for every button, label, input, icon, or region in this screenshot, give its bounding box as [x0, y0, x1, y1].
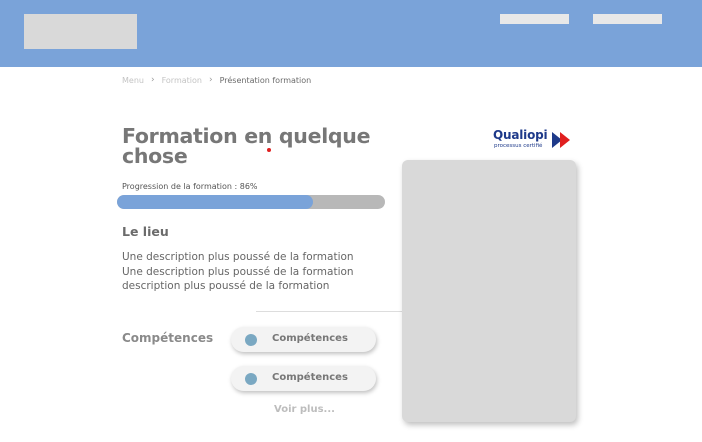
skill-dot-icon — [245, 334, 257, 346]
nav-link-placeholder-1[interactable] — [500, 14, 569, 24]
breadcrumb-item-menu[interactable]: Menu — [122, 76, 144, 85]
skill-dot-icon — [245, 373, 257, 385]
qualiopi-mark-icon — [552, 132, 570, 148]
see-more-link[interactable]: Voir plus... — [274, 404, 335, 415]
skill-chip-label: Compétences — [272, 333, 348, 344]
description-line: Une description plus poussé de la format… — [122, 265, 354, 278]
skill-chip[interactable]: Compétences — [231, 366, 376, 391]
breadcrumb-item-current: Présentation formation — [219, 75, 312, 85]
breadcrumb: Menu › Formation › Présentation formatio… — [122, 75, 311, 85]
description-line: Une description plus poussé de la format… — [122, 251, 354, 263]
chevron-right-icon: › — [150, 75, 155, 85]
description-line: description plus poussé de la formation — [122, 280, 330, 292]
location-description: Une description plus poussé de la format… — [122, 250, 354, 294]
cursor-dot — [267, 148, 271, 152]
breadcrumb-item-formation[interactable]: Formation — [162, 76, 202, 85]
side-card-placeholder — [402, 160, 576, 422]
nav-link-placeholder-2[interactable] — [593, 14, 662, 24]
location-heading: Le lieu — [122, 224, 169, 239]
top-bar — [0, 0, 702, 67]
section-divider — [256, 311, 402, 312]
qualiopi-logo-name: Qualiopi — [493, 128, 548, 142]
page-title: Formation en quelque chose — [122, 124, 371, 168]
skill-chip-label: Compétences — [272, 372, 348, 383]
progress-bar — [117, 195, 385, 209]
skills-heading: Compétences — [122, 331, 214, 345]
qualiopi-logo: Qualiopi processus certifié — [492, 128, 574, 154]
progress-label: Progression de la formation : 86% — [122, 182, 258, 191]
qualiopi-logo-subtitle: processus certifié — [494, 143, 543, 149]
logo-placeholder[interactable] — [24, 14, 137, 49]
progress-bar-fill — [117, 195, 313, 209]
chevron-right-icon: › — [208, 75, 213, 85]
skill-chip[interactable]: Compétences — [231, 327, 376, 352]
